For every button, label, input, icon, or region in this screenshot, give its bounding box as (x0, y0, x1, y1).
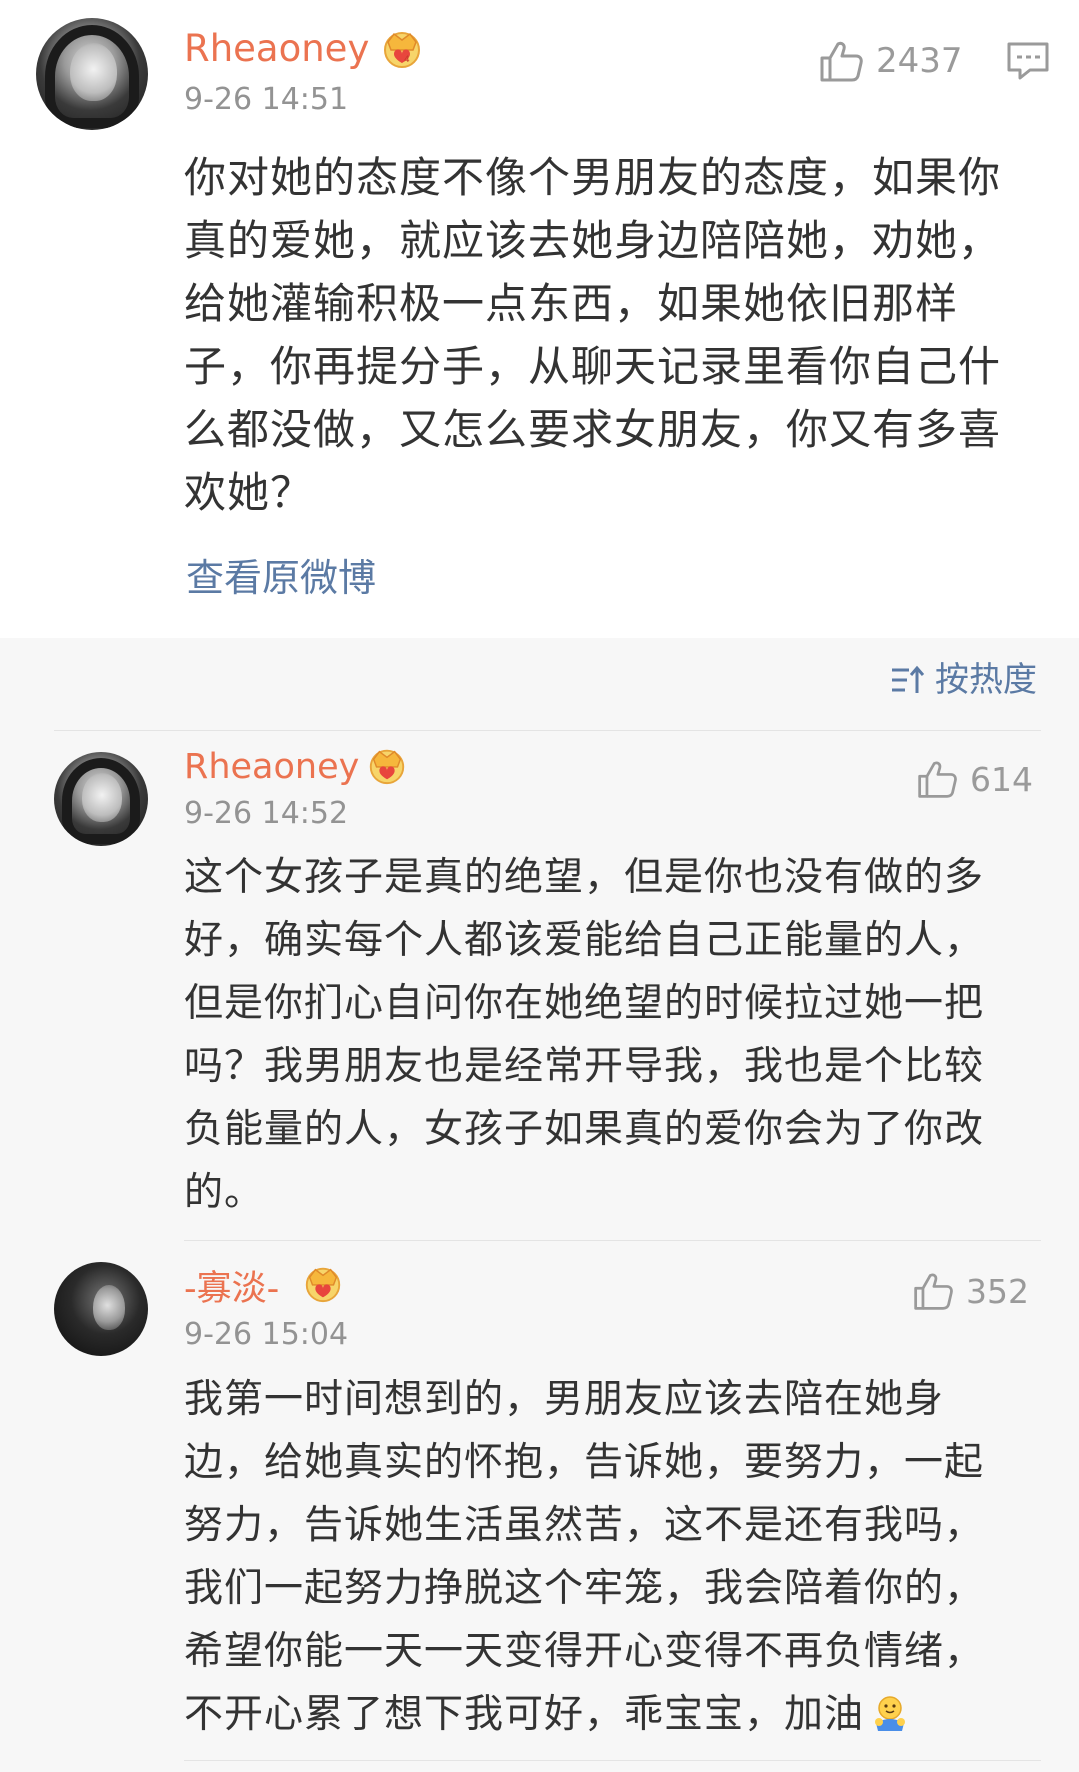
like-count: 2437 (876, 41, 963, 81)
divider (184, 1240, 1041, 1241)
crown-badge-icon (305, 1267, 341, 1303)
thumbs-up-icon (820, 41, 863, 82)
divider (54, 730, 1041, 731)
sort-label: 按热度 (935, 660, 1037, 700)
like-count: 614 (970, 759, 1033, 799)
like-button[interactable]: 352 (912, 1270, 1029, 1312)
comment-icon[interactable] (1006, 40, 1050, 82)
avatar[interactable] (54, 1262, 148, 1356)
username[interactable]: Rheaoney (184, 28, 369, 70)
comment-time: 9-26 15:04 (184, 1317, 349, 1352)
crown-badge-icon: 4 (384, 32, 420, 68)
svg-text:4: 4 (404, 55, 410, 65)
avatar[interactable] (36, 18, 148, 130)
sort-icon (892, 665, 925, 693)
hug-emoji-icon (875, 1696, 906, 1731)
crown-badge-icon (369, 749, 405, 785)
username[interactable]: Rheaoney (184, 746, 359, 788)
like-button[interactable]: 2437 (818, 38, 963, 84)
comment-time: 9-26 14:51 (184, 82, 349, 117)
comment-text: 你对她的态度不像个男朋友的态度，如果你 真的爱她，就应该去她身边陪陪她，劝她， … (184, 153, 1002, 517)
view-original-link[interactable]: 查看原微博 (186, 556, 376, 600)
comment-text: 这个女孩子是真的绝望，但是你也没有做的多 好，确实每个人都该爱能给自己正能量的人… (184, 855, 985, 1215)
thumbs-up-icon (918, 761, 957, 798)
like-button[interactable]: 614 (916, 758, 1033, 800)
comment-text: 我第一时间想到的，男朋友应该去陪在她身 边，给她真实的怀抱，告诉她，要努力，一起… (184, 1377, 985, 1737)
comment-time: 9-26 14:52 (184, 796, 349, 831)
thumbs-up-icon (914, 1273, 953, 1310)
divider (184, 1760, 1041, 1761)
avatar[interactable] (54, 752, 148, 846)
username[interactable]: -寡淡- (184, 1268, 279, 1310)
main-comment: Rheaoney 4 9-26 14:51 2437 你对她的态度不像个男朋友的… (0, 0, 1079, 638)
like-count: 352 (966, 1271, 1029, 1311)
sort-by-hot-button[interactable]: 按热度 (889, 660, 1037, 700)
